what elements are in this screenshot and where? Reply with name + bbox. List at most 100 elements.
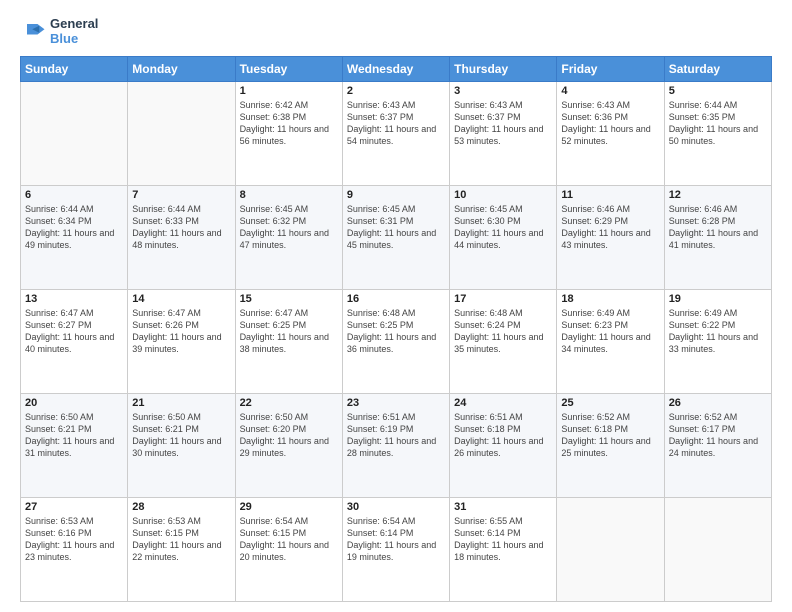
day-number: 1 [240, 85, 338, 97]
day-number: 8 [240, 189, 338, 201]
day-number: 9 [347, 189, 445, 201]
day-number: 23 [347, 397, 445, 409]
day-number: 31 [454, 501, 552, 513]
day-number: 26 [669, 397, 767, 409]
day-info: Sunrise: 6:43 AM Sunset: 6:37 PM Dayligh… [347, 99, 445, 148]
day-info: Sunrise: 6:51 AM Sunset: 6:18 PM Dayligh… [454, 411, 552, 460]
day-info: Sunrise: 6:48 AM Sunset: 6:24 PM Dayligh… [454, 307, 552, 356]
day-number: 12 [669, 189, 767, 201]
day-info: Sunrise: 6:45 AM Sunset: 6:32 PM Dayligh… [240, 203, 338, 252]
weekday-header-friday: Friday [557, 57, 664, 82]
calendar-cell: 31 Sunrise: 6:55 AM Sunset: 6:14 PM Dayli… [450, 498, 557, 602]
weekday-header-wednesday: Wednesday [342, 57, 449, 82]
day-number: 2 [347, 85, 445, 97]
calendar-cell: 6 Sunrise: 6:44 AM Sunset: 6:34 PM Daylig… [21, 186, 128, 290]
calendar-week-2: 6 Sunrise: 6:44 AM Sunset: 6:34 PM Daylig… [21, 186, 772, 290]
calendar-cell: 12 Sunrise: 6:46 AM Sunset: 6:28 PM Dayli… [664, 186, 771, 290]
calendar-week-4: 20 Sunrise: 6:50 AM Sunset: 6:21 PM Dayli… [21, 394, 772, 498]
day-number: 18 [561, 293, 659, 305]
day-info: Sunrise: 6:49 AM Sunset: 6:22 PM Dayligh… [669, 307, 767, 356]
day-info: Sunrise: 6:50 AM Sunset: 6:21 PM Dayligh… [132, 411, 230, 460]
day-info: Sunrise: 6:42 AM Sunset: 6:38 PM Dayligh… [240, 99, 338, 148]
day-number: 20 [25, 397, 123, 409]
calendar-cell: 10 Sunrise: 6:45 AM Sunset: 6:30 PM Dayli… [450, 186, 557, 290]
calendar-week-3: 13 Sunrise: 6:47 AM Sunset: 6:27 PM Dayli… [21, 290, 772, 394]
calendar-cell: 28 Sunrise: 6:53 AM Sunset: 6:15 PM Dayli… [128, 498, 235, 602]
calendar-cell [128, 82, 235, 186]
calendar-cell: 27Sunrise: 6:53 AM Sunset: 6:16 PM Dayli… [21, 498, 128, 602]
calendar-cell: 9Sunrise: 6:45 AM Sunset: 6:31 PM Daylig… [342, 186, 449, 290]
day-number: 6 [25, 189, 123, 201]
weekday-header-monday: Monday [128, 57, 235, 82]
day-info: Sunrise: 6:46 AM Sunset: 6:28 PM Dayligh… [669, 203, 767, 252]
page: General Blue SundayMondayTuesdayWednesda… [0, 0, 792, 612]
header: General Blue [20, 16, 772, 46]
day-number: 11 [561, 189, 659, 201]
calendar-body: 1 Sunrise: 6:42 AM Sunset: 6:38 PM Daylig… [21, 82, 772, 602]
day-info: Sunrise: 6:54 AM Sunset: 6:15 PM Dayligh… [240, 515, 338, 564]
day-number: 19 [669, 293, 767, 305]
calendar-cell: 1 Sunrise: 6:42 AM Sunset: 6:38 PM Daylig… [235, 82, 342, 186]
day-number: 13 [25, 293, 123, 305]
day-number: 14 [132, 293, 230, 305]
calendar-cell: 11 Sunrise: 6:46 AM Sunset: 6:29 PM Dayli… [557, 186, 664, 290]
calendar-cell [21, 82, 128, 186]
day-number: 16 [347, 293, 445, 305]
logo: General Blue [20, 16, 98, 46]
day-number: 17 [454, 293, 552, 305]
calendar-cell: 2 Sunrise: 6:43 AM Sunset: 6:37 PM Daylig… [342, 82, 449, 186]
calendar-cell: 18 Sunrise: 6:49 AM Sunset: 6:23 PM Dayli… [557, 290, 664, 394]
day-info: Sunrise: 6:51 AM Sunset: 6:19 PM Dayligh… [347, 411, 445, 460]
day-info: Sunrise: 6:44 AM Sunset: 6:34 PM Dayligh… [25, 203, 123, 252]
calendar-cell [664, 498, 771, 602]
day-info: Sunrise: 6:47 AM Sunset: 6:26 PM Dayligh… [132, 307, 230, 356]
day-number: 29 [240, 501, 338, 513]
day-info: Sunrise: 6:55 AM Sunset: 6:14 PM Dayligh… [454, 515, 552, 564]
calendar-cell: 21Sunrise: 6:50 AM Sunset: 6:21 PM Dayli… [128, 394, 235, 498]
calendar-cell: 26 Sunrise: 6:52 AM Sunset: 6:17 PM Dayli… [664, 394, 771, 498]
calendar-table: SundayMondayTuesdayWednesdayThursdayFrid… [20, 56, 772, 602]
logo-text: General Blue [50, 16, 98, 46]
calendar-cell: 24 Sunrise: 6:51 AM Sunset: 6:18 PM Dayli… [450, 394, 557, 498]
calendar-cell: 16 Sunrise: 6:48 AM Sunset: 6:25 PM Dayli… [342, 290, 449, 394]
calendar-header-row: SundayMondayTuesdayWednesdayThursdayFrid… [21, 57, 772, 82]
day-info: Sunrise: 6:50 AM Sunset: 6:20 PM Dayligh… [240, 411, 338, 460]
day-info: Sunrise: 6:45 AM Sunset: 6:30 PM Dayligh… [454, 203, 552, 252]
calendar-cell: 13 Sunrise: 6:47 AM Sunset: 6:27 PM Dayli… [21, 290, 128, 394]
day-info: Sunrise: 6:46 AM Sunset: 6:29 PM Dayligh… [561, 203, 659, 252]
day-number: 22 [240, 397, 338, 409]
day-number: 28 [132, 501, 230, 513]
day-number: 10 [454, 189, 552, 201]
day-info: Sunrise: 6:50 AM Sunset: 6:21 PM Dayligh… [25, 411, 123, 460]
calendar-cell: 8 Sunrise: 6:45 AM Sunset: 6:32 PM Daylig… [235, 186, 342, 290]
calendar-week-5: 27Sunrise: 6:53 AM Sunset: 6:16 PM Dayli… [21, 498, 772, 602]
day-number: 3 [454, 85, 552, 97]
day-info: Sunrise: 6:44 AM Sunset: 6:35 PM Dayligh… [669, 99, 767, 148]
day-info: Sunrise: 6:52 AM Sunset: 6:18 PM Dayligh… [561, 411, 659, 460]
weekday-header-tuesday: Tuesday [235, 57, 342, 82]
calendar-cell: 17 Sunrise: 6:48 AM Sunset: 6:24 PM Dayli… [450, 290, 557, 394]
day-number: 4 [561, 85, 659, 97]
calendar-cell: 5 Sunrise: 6:44 AM Sunset: 6:35 PM Daylig… [664, 82, 771, 186]
day-number: 30 [347, 501, 445, 513]
calendar-cell: 30Sunrise: 6:54 AM Sunset: 6:14 PM Dayli… [342, 498, 449, 602]
day-number: 24 [454, 397, 552, 409]
day-info: Sunrise: 6:43 AM Sunset: 6:37 PM Dayligh… [454, 99, 552, 148]
weekday-header-saturday: Saturday [664, 57, 771, 82]
day-info: Sunrise: 6:53 AM Sunset: 6:15 PM Dayligh… [132, 515, 230, 564]
day-info: Sunrise: 6:44 AM Sunset: 6:33 PM Dayligh… [132, 203, 230, 252]
day-info: Sunrise: 6:49 AM Sunset: 6:23 PM Dayligh… [561, 307, 659, 356]
calendar-cell: 25Sunrise: 6:52 AM Sunset: 6:18 PM Dayli… [557, 394, 664, 498]
weekday-header-sunday: Sunday [21, 57, 128, 82]
calendar-cell: 15Sunrise: 6:47 AM Sunset: 6:25 PM Dayli… [235, 290, 342, 394]
day-number: 27 [25, 501, 123, 513]
weekday-header-thursday: Thursday [450, 57, 557, 82]
day-number: 7 [132, 189, 230, 201]
day-info: Sunrise: 6:48 AM Sunset: 6:25 PM Dayligh… [347, 307, 445, 356]
calendar-cell: 7 Sunrise: 6:44 AM Sunset: 6:33 PM Daylig… [128, 186, 235, 290]
logo-icon [20, 17, 48, 45]
day-number: 15 [240, 293, 338, 305]
day-number: 5 [669, 85, 767, 97]
day-info: Sunrise: 6:47 AM Sunset: 6:27 PM Dayligh… [25, 307, 123, 356]
day-info: Sunrise: 6:52 AM Sunset: 6:17 PM Dayligh… [669, 411, 767, 460]
